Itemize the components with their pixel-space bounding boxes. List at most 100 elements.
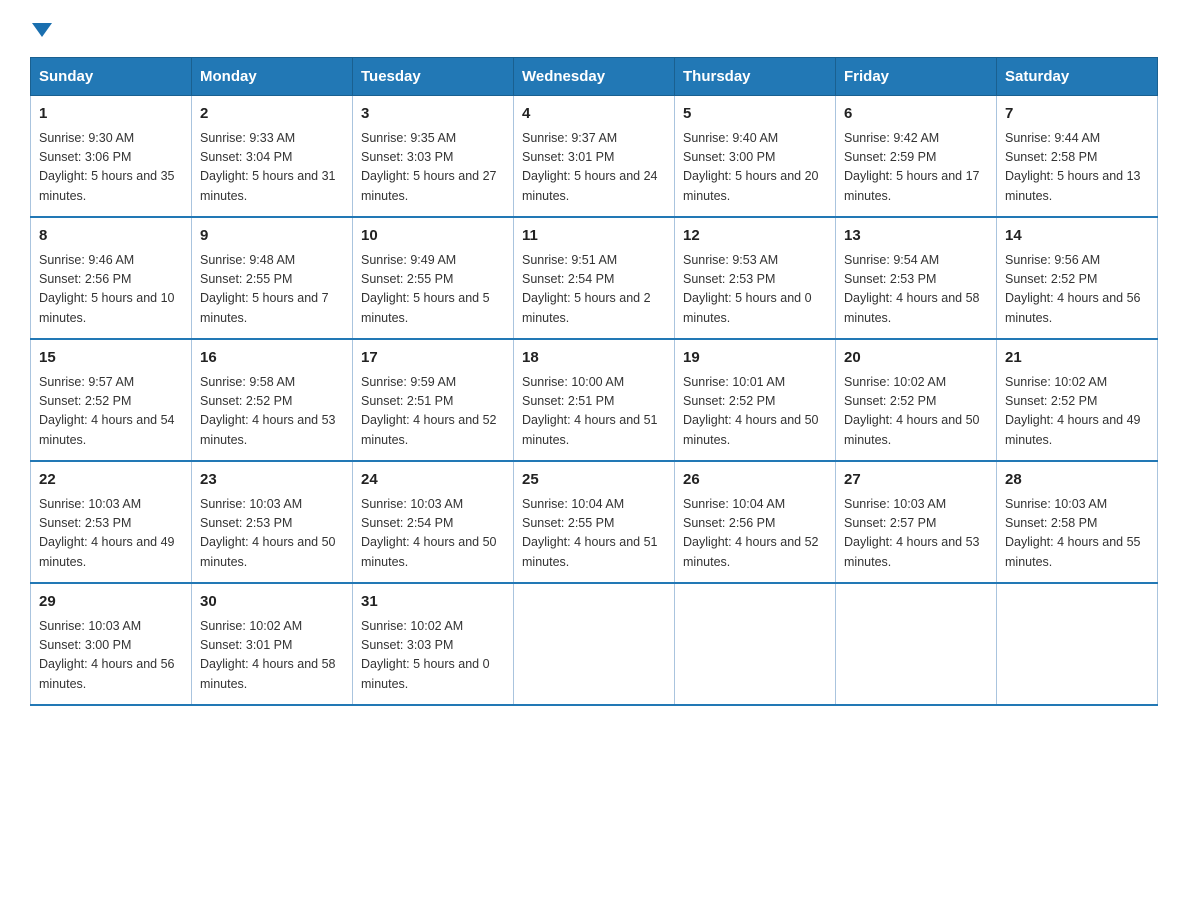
day-number: 16 (200, 347, 344, 370)
day-number: 11 (522, 225, 666, 248)
day-number: 10 (361, 225, 505, 248)
day-number: 28 (1005, 469, 1149, 492)
day-info: Sunrise: 9:58 AMSunset: 2:52 PMDaylight:… (200, 373, 344, 451)
day-info: Sunrise: 10:03 AMSunset: 2:57 PMDaylight… (844, 495, 988, 573)
day-number: 8 (39, 225, 183, 248)
logo (30, 20, 52, 39)
day-number: 25 (522, 469, 666, 492)
day-number: 9 (200, 225, 344, 248)
calendar-cell: 12 Sunrise: 9:53 AMSunset: 2:53 PMDayligh… (675, 217, 836, 339)
day-number: 2 (200, 103, 344, 126)
day-number: 12 (683, 225, 827, 248)
day-number: 27 (844, 469, 988, 492)
calendar-cell: 27 Sunrise: 10:03 AMSunset: 2:57 PMDaylig… (836, 461, 997, 583)
calendar-cell: 23Sunrise: 10:03 AMSunset: 2:53 PMDaylig… (192, 461, 353, 583)
day-number: 3 (361, 103, 505, 126)
calendar-cell: 10 Sunrise: 9:49 AMSunset: 2:55 PMDayligh… (353, 217, 514, 339)
weekday-header-saturday: Saturday (997, 58, 1158, 96)
day-info: Sunrise: 9:49 AMSunset: 2:55 PMDaylight:… (361, 251, 505, 329)
day-number: 21 (1005, 347, 1149, 370)
calendar-cell: 22 Sunrise: 10:03 AMSunset: 2:53 PMDaylig… (31, 461, 192, 583)
day-info: Sunrise: 9:46 AMSunset: 2:56 PMDaylight:… (39, 251, 183, 329)
calendar-cell: 29 Sunrise: 10:03 AMSunset: 3:00 PMDaylig… (31, 583, 192, 705)
weekday-header-thursday: Thursday (675, 58, 836, 96)
day-number: 18 (522, 347, 666, 370)
day-info: Sunrise: 10:02 AMSunset: 3:03 PMDaylight… (361, 617, 505, 695)
day-info: Sunrise: 9:40 AMSunset: 3:00 PMDaylight:… (683, 129, 827, 207)
day-number: 4 (522, 103, 666, 126)
weekday-header-wednesday: Wednesday (514, 58, 675, 96)
calendar-table: SundayMondayTuesdayWednesdayThursdayFrid… (30, 57, 1158, 706)
day-number: 17 (361, 347, 505, 370)
day-number: 5 (683, 103, 827, 126)
calendar-cell: 15 Sunrise: 9:57 AMSunset: 2:52 PMDayligh… (31, 339, 192, 461)
calendar-cell: 28 Sunrise: 10:03 AMSunset: 2:58 PMDaylig… (997, 461, 1158, 583)
day-info: Sunrise: 9:56 AMSunset: 2:52 PMDaylight:… (1005, 251, 1149, 329)
calendar-cell: 17 Sunrise: 9:59 AMSunset: 2:51 PMDayligh… (353, 339, 514, 461)
day-info: Sunrise: 10:00 AMSunset: 2:51 PMDaylight… (522, 373, 666, 451)
calendar-cell: 16 Sunrise: 9:58 AMSunset: 2:52 PMDayligh… (192, 339, 353, 461)
calendar-body: 1Sunrise: 9:30 AMSunset: 3:06 PMDaylight… (31, 96, 1158, 706)
day-number: 19 (683, 347, 827, 370)
day-number: 24 (361, 469, 505, 492)
day-info: Sunrise: 10:03 AMSunset: 2:58 PMDaylight… (1005, 495, 1149, 573)
calendar-cell: 31Sunrise: 10:02 AMSunset: 3:03 PMDaylig… (353, 583, 514, 705)
day-info: Sunrise: 9:51 AMSunset: 2:54 PMDaylight:… (522, 251, 666, 329)
day-info: Sunrise: 10:04 AMSunset: 2:55 PMDaylight… (522, 495, 666, 573)
day-number: 29 (39, 591, 183, 614)
calendar-header: SundayMondayTuesdayWednesdayThursdayFrid… (31, 58, 1158, 96)
day-info: Sunrise: 9:48 AMSunset: 2:55 PMDaylight:… (200, 251, 344, 329)
calendar-cell: 7Sunrise: 9:44 AMSunset: 2:58 PMDaylight… (997, 96, 1158, 218)
day-number: 7 (1005, 103, 1149, 126)
calendar-cell (514, 583, 675, 705)
day-info: Sunrise: 10:03 AMSunset: 3:00 PMDaylight… (39, 617, 183, 695)
calendar-cell (836, 583, 997, 705)
day-info: Sunrise: 10:03 AMSunset: 2:53 PMDaylight… (200, 495, 344, 573)
calendar-cell: 5 Sunrise: 9:40 AMSunset: 3:00 PMDaylight… (675, 96, 836, 218)
day-info: Sunrise: 10:04 AMSunset: 2:56 PMDaylight… (683, 495, 827, 573)
day-info: Sunrise: 9:57 AMSunset: 2:52 PMDaylight:… (39, 373, 183, 451)
calendar-cell (675, 583, 836, 705)
day-info: Sunrise: 9:37 AMSunset: 3:01 PMDaylight:… (522, 129, 666, 207)
day-number: 14 (1005, 225, 1149, 248)
calendar-cell: 21 Sunrise: 10:02 AMSunset: 2:52 PMDaylig… (997, 339, 1158, 461)
calendar-cell: 4 Sunrise: 9:37 AMSunset: 3:01 PMDaylight… (514, 96, 675, 218)
day-info: Sunrise: 9:53 AMSunset: 2:53 PMDaylight:… (683, 251, 827, 329)
calendar-cell: 24 Sunrise: 10:03 AMSunset: 2:54 PMDaylig… (353, 461, 514, 583)
calendar-week-row: 29 Sunrise: 10:03 AMSunset: 3:00 PMDaylig… (31, 583, 1158, 705)
calendar-cell: 8 Sunrise: 9:46 AMSunset: 2:56 PMDaylight… (31, 217, 192, 339)
day-info: Sunrise: 10:03 AMSunset: 2:53 PMDaylight… (39, 495, 183, 573)
day-info: Sunrise: 10:01 AMSunset: 2:52 PMDaylight… (683, 373, 827, 451)
calendar-cell: 19 Sunrise: 10:01 AMSunset: 2:52 PMDaylig… (675, 339, 836, 461)
day-number: 6 (844, 103, 988, 126)
calendar-week-row: 22 Sunrise: 10:03 AMSunset: 2:53 PMDaylig… (31, 461, 1158, 583)
calendar-cell: 2 Sunrise: 9:33 AMSunset: 3:04 PMDaylight… (192, 96, 353, 218)
day-number: 15 (39, 347, 183, 370)
weekday-header-row: SundayMondayTuesdayWednesdayThursdayFrid… (31, 58, 1158, 96)
day-info: Sunrise: 9:42 AMSunset: 2:59 PMDaylight:… (844, 129, 988, 207)
day-number: 26 (683, 469, 827, 492)
day-number: 30 (200, 591, 344, 614)
day-info: Sunrise: 9:59 AMSunset: 2:51 PMDaylight:… (361, 373, 505, 451)
weekday-header-sunday: Sunday (31, 58, 192, 96)
calendar-cell: 20Sunrise: 10:02 AMSunset: 2:52 PMDaylig… (836, 339, 997, 461)
day-info: Sunrise: 9:54 AMSunset: 2:53 PMDaylight:… (844, 251, 988, 329)
day-info: Sunrise: 9:33 AMSunset: 3:04 PMDaylight:… (200, 129, 344, 207)
calendar-cell: 6 Sunrise: 9:42 AMSunset: 2:59 PMDaylight… (836, 96, 997, 218)
day-info: Sunrise: 10:03 AMSunset: 2:54 PMDaylight… (361, 495, 505, 573)
calendar-cell: 13 Sunrise: 9:54 AMSunset: 2:53 PMDayligh… (836, 217, 997, 339)
calendar-cell: 30Sunrise: 10:02 AMSunset: 3:01 PMDaylig… (192, 583, 353, 705)
calendar-cell: 9 Sunrise: 9:48 AMSunset: 2:55 PMDaylight… (192, 217, 353, 339)
day-number: 22 (39, 469, 183, 492)
day-info: Sunrise: 9:30 AMSunset: 3:06 PMDaylight:… (39, 129, 183, 207)
calendar-week-row: 15 Sunrise: 9:57 AMSunset: 2:52 PMDayligh… (31, 339, 1158, 461)
day-number: 13 (844, 225, 988, 248)
calendar-week-row: 8 Sunrise: 9:46 AMSunset: 2:56 PMDaylight… (31, 217, 1158, 339)
logo-triangle-icon (32, 23, 52, 37)
calendar-cell: 25 Sunrise: 10:04 AMSunset: 2:55 PMDaylig… (514, 461, 675, 583)
weekday-header-friday: Friday (836, 58, 997, 96)
calendar-cell: 26 Sunrise: 10:04 AMSunset: 2:56 PMDaylig… (675, 461, 836, 583)
day-info: Sunrise: 10:02 AMSunset: 2:52 PMDaylight… (1005, 373, 1149, 451)
calendar-cell: 14 Sunrise: 9:56 AMSunset: 2:52 PMDayligh… (997, 217, 1158, 339)
weekday-header-tuesday: Tuesday (353, 58, 514, 96)
